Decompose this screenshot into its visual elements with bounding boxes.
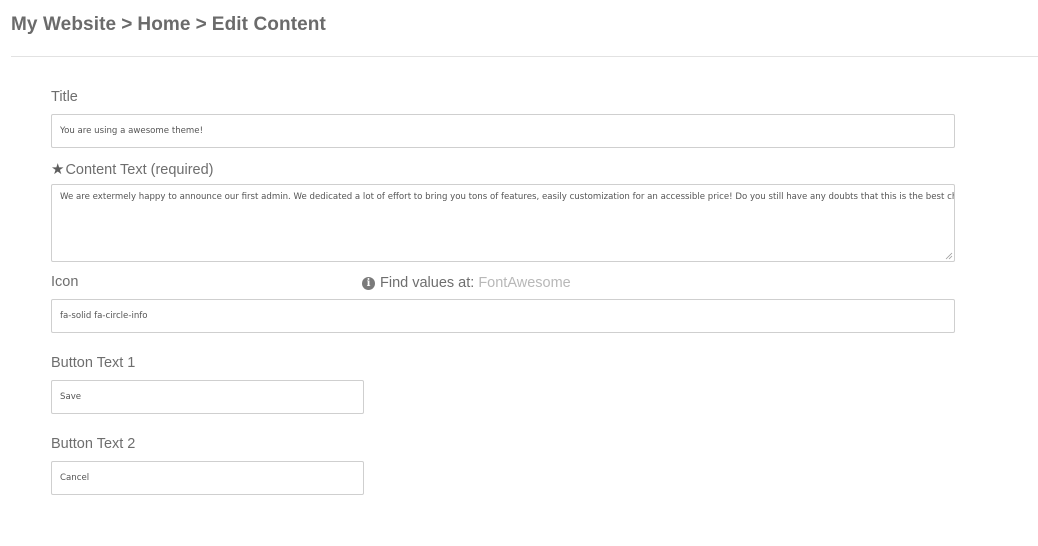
icon-input-value: fa-solid fa-circle-info	[60, 311, 148, 321]
button-text-2-value: Cancel	[60, 473, 90, 483]
title-label: Title	[51, 89, 78, 105]
button-text-1-value: Save	[60, 392, 82, 402]
info-circle-icon: i	[362, 276, 375, 290]
breadcrumb-separator: >	[121, 14, 133, 35]
resize-handle-icon[interactable]	[945, 252, 953, 260]
icon-input[interactable]: fa-solid fa-circle-info	[51, 299, 955, 333]
breadcrumb-separator: >	[195, 14, 207, 35]
breadcrumb-site[interactable]: My Website	[11, 14, 116, 35]
content-textarea[interactable]: We are extermely happy to announce our f…	[51, 184, 955, 262]
breadcrumb: My Website > Home > Edit Content	[11, 14, 326, 36]
button-text-2-label: Button Text 2	[51, 436, 136, 452]
button-text-1-input[interactable]: Save	[51, 380, 364, 414]
header-divider	[11, 56, 1038, 57]
icon-hint-text: Find values at:	[380, 275, 475, 291]
title-input[interactable]: You are using a awesome theme!	[51, 114, 955, 148]
content-label-text: Content Text (required)	[65, 162, 214, 178]
content-textarea-value: We are extermely happy to announce our f…	[60, 192, 955, 202]
required-star-icon: ★	[51, 161, 65, 178]
breadcrumb-current: Edit Content	[211, 14, 326, 35]
icon-hint: i Find values at: FontAwesome	[362, 275, 571, 291]
title-input-value: You are using a awesome theme!	[60, 126, 204, 136]
fontawesome-link[interactable]: FontAwesome	[478, 275, 570, 291]
breadcrumb-home[interactable]: Home	[137, 14, 190, 35]
button-text-1-label: Button Text 1	[51, 355, 136, 371]
content-label: ★Content Text (required)	[51, 160, 213, 178]
icon-label: Icon	[51, 274, 79, 290]
button-text-2-input[interactable]: Cancel	[51, 461, 364, 495]
